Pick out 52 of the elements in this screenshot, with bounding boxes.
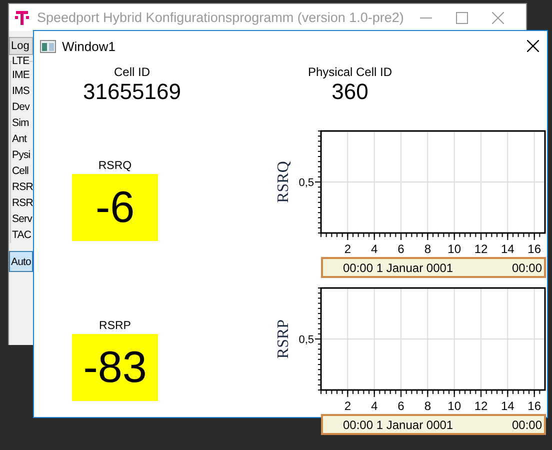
field-value: 360 <box>332 79 368 105</box>
list-item[interactable]: Sim <box>12 115 29 131</box>
list-item[interactable]: IMS <box>12 83 30 99</box>
x-tick-label: 2 <box>344 399 351 413</box>
x-tick-label: 10 <box>448 399 462 413</box>
auto-button[interactable]: Auto <box>9 251 33 272</box>
x-tick-label: 4 <box>371 242 378 256</box>
axis-title: RSRP <box>275 319 292 359</box>
list-item[interactable]: Cell <box>12 163 28 179</box>
x-tick-label: 16 <box>528 399 542 413</box>
x-tick-label: 8 <box>424 242 431 256</box>
x-tick-label: 14 <box>500 242 514 256</box>
x-tick-label: 2 <box>344 242 351 256</box>
field-label: Physical Cell ID <box>308 65 392 79</box>
list-item[interactable]: RSR <box>12 195 33 211</box>
x-tick-label: 16 <box>528 242 542 256</box>
x-tick-label: 6 <box>398 399 404 413</box>
logo-button[interactable]: Log <box>9 37 33 55</box>
window-title: Window1 <box>62 38 116 54</box>
list-item[interactable]: TAC <box>12 227 32 243</box>
list-item[interactable]: Serv <box>12 211 32 227</box>
field-label: Cell ID <box>114 65 150 79</box>
list-item[interactable]: IME <box>12 67 30 83</box>
window-title: Speedport Hybrid Konfigurationsprogramm (version 1.0-pre2) <box>37 10 404 25</box>
x-tick-label: 12 <box>474 399 488 413</box>
x-tick-label: 4 <box>371 399 378 413</box>
meter-value: -83 <box>72 334 158 401</box>
list-item[interactable]: RSR <box>12 179 33 195</box>
list-item[interactable]: Dev <box>12 99 30 115</box>
logo-icon <box>15 10 29 26</box>
time-label: 00:00 <box>512 418 542 432</box>
meter-label: RSRP <box>99 319 131 334</box>
field-value: 31655169 <box>83 79 181 105</box>
x-tick-label: 12 <box>474 242 488 256</box>
list-item[interactable]: Ant <box>12 131 27 147</box>
x-tick-label: 10 <box>448 242 462 256</box>
time-label: 00:00 1 Januar 0001 <box>343 260 454 274</box>
axis-title: RSRQ <box>275 161 292 203</box>
x-tick-label: 14 <box>500 399 514 413</box>
x-tick-label: 6 <box>398 242 404 256</box>
time-label: 00:00 <box>512 260 542 274</box>
window-icon <box>40 40 56 52</box>
meter-value: -6 <box>72 174 158 241</box>
x-tick-label: 8 <box>424 399 431 413</box>
maximize-icon[interactable] <box>456 12 468 24</box>
time-label: 00:00 1 Januar 0001 <box>343 418 454 432</box>
group-title: LTE <box>12 55 30 67</box>
meter-label: RSRQ <box>98 159 132 174</box>
close-icon[interactable] <box>527 40 539 52</box>
y-tick-label: 0,5 <box>298 334 314 346</box>
list-item[interactable]: Pysi <box>12 147 30 163</box>
y-tick-label: 0,5 <box>298 177 314 189</box>
